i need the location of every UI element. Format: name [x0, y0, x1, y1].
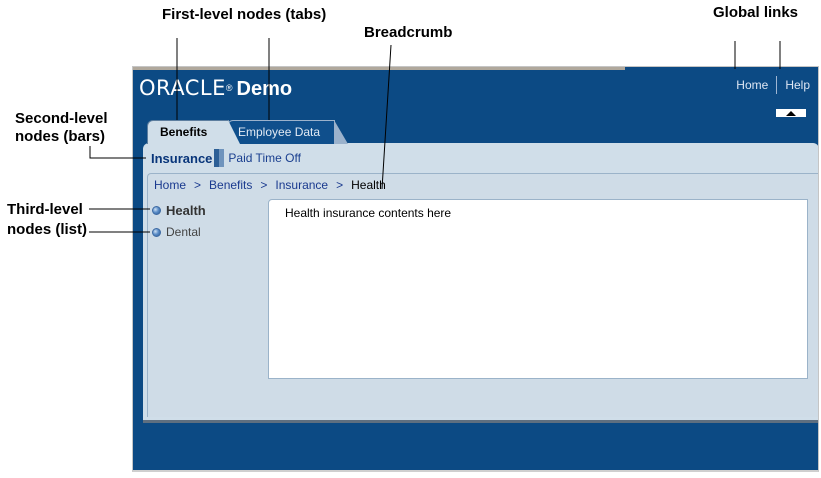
list-item-label: Health [166, 202, 206, 218]
breadcrumb-home[interactable]: Home [154, 178, 186, 192]
callout-global-links: Global links [713, 4, 799, 21]
bullet-dot-icon [152, 205, 161, 215]
breadcrumb-current: Health [351, 178, 386, 192]
triangle-up-icon [786, 110, 796, 116]
tab-benefits[interactable]: Benefits [147, 120, 240, 144]
callout-tabs: First-level nodes (tabs) [162, 6, 327, 23]
tab-employee-data[interactable]: Employee Data [227, 120, 348, 144]
global-link-help[interactable]: Help [777, 78, 818, 94]
breadcrumb-benefits[interactable]: Benefits [209, 178, 252, 192]
list-item-label: Dental [166, 225, 201, 239]
bar-paid-time-off[interactable]: Paid Time Off [228, 151, 300, 165]
bar-insurance[interactable]: Insurance [143, 151, 212, 166]
collapse-button[interactable] [776, 109, 806, 117]
callout-bars-line1: Second-level [15, 110, 108, 127]
second-level-bars: Insurance Paid Time Off [143, 148, 301, 168]
callout-bars-line2: nodes (bars) [15, 128, 106, 145]
breadcrumb-separator: > [260, 178, 268, 192]
breadcrumb: Home > Benefits > Insurance > Health [154, 178, 386, 192]
logo-product: Demo [236, 78, 293, 100]
app-window: ORACLE® Demo Home Help Employee Data Bene… [132, 66, 819, 472]
callout-list-line2: nodes (list) [7, 221, 88, 238]
logo-registered-mark: ® [225, 83, 233, 93]
tab-label: Benefits [160, 125, 208, 139]
breadcrumb-insurance[interactable]: Insurance [275, 178, 328, 192]
callout-breadcrumb: Breadcrumb [364, 24, 453, 41]
page-area: Home > Benefits > Insurance > Health Health De… [147, 173, 818, 417]
frame-top-border [133, 67, 625, 70]
bar-separator [214, 149, 225, 167]
bullet-dot-icon [152, 227, 161, 237]
content-text: Health insurance contents here [285, 206, 452, 220]
oracle-logo: ORACLE® Demo [139, 76, 292, 101]
global-links: Home Help [728, 76, 818, 94]
third-level-list: Health Dental [152, 199, 206, 243]
logo-brand: ORACLE [139, 76, 226, 100]
tab-label: Employee Data [238, 125, 321, 139]
content-area: Health insurance contents here [268, 199, 808, 379]
callout-list-line1: Third-level [7, 201, 83, 218]
breadcrumb-separator: > [336, 178, 344, 192]
list-item-dental[interactable]: Dental [152, 221, 206, 243]
breadcrumb-separator: > [194, 178, 202, 192]
tab-content-panel: Insurance Paid Time Off Home > Benefits > In… [143, 143, 818, 423]
list-item-health[interactable]: Health [152, 199, 206, 221]
global-link-home[interactable]: Home [728, 78, 776, 94]
